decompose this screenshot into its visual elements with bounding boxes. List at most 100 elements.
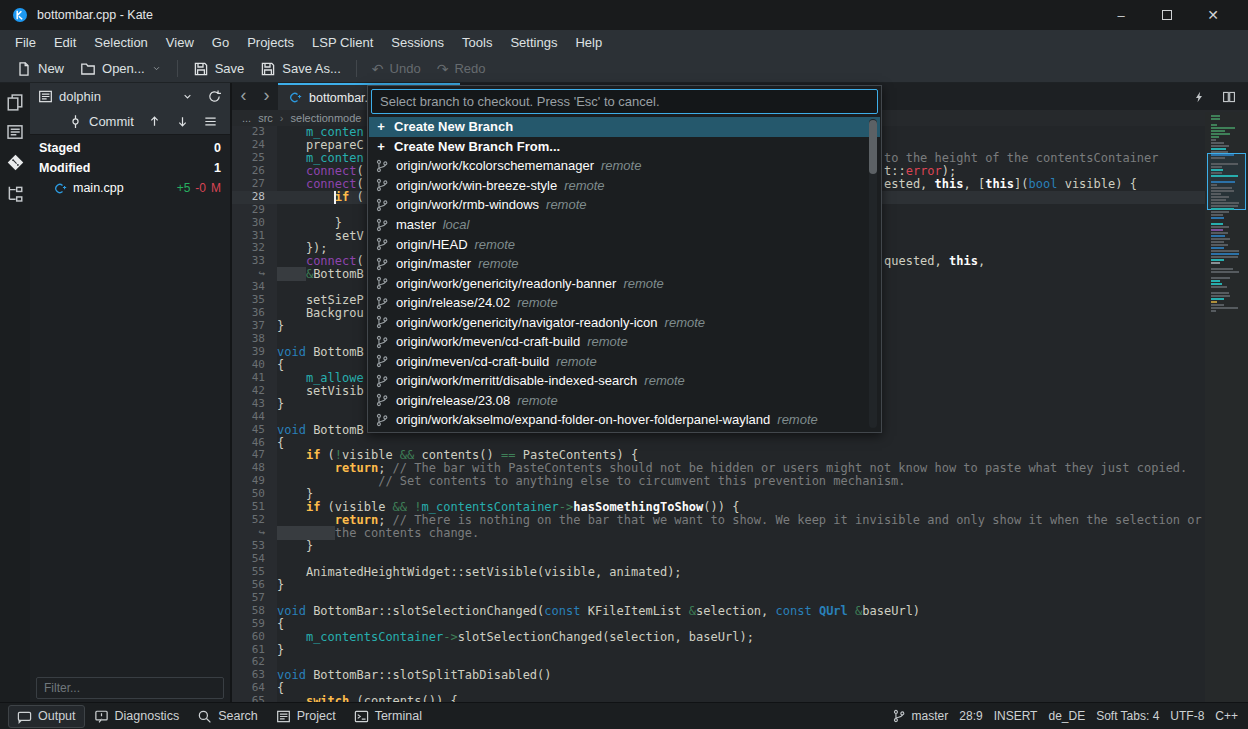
branch-item[interactable]: origin/work/rmb-windowsremote [369, 195, 880, 215]
undo-button[interactable]: ↶Undo [364, 58, 429, 79]
menu-help[interactable]: Help [566, 32, 611, 53]
branch-item[interactable]: origin/work/ [369, 430, 880, 431]
menu-projects[interactable]: Projects [238, 32, 303, 53]
status-tab-mode[interactable]: Soft Tabs: 4 [1096, 709, 1159, 723]
menu-lsp-client[interactable]: LSP Client [303, 32, 382, 53]
branch-item[interactable]: origin/meven/cd-craft-buildremote [369, 352, 880, 372]
menu-settings[interactable]: Settings [501, 32, 566, 53]
tab-forward-button[interactable]: › [255, 83, 278, 110]
menu-file[interactable]: File [6, 32, 45, 53]
minimap-line-mark [1211, 271, 1239, 273]
status-branch[interactable]: master [892, 709, 949, 723]
status-dictionary[interactable]: de_DE [1048, 709, 1085, 723]
minimap-line-mark [1211, 295, 1230, 297]
branch-item[interactable]: origin/work/merritt/disable-indexed-sear… [369, 371, 880, 391]
push-icon[interactable] [147, 114, 162, 129]
branch-scope-label: remote [665, 315, 705, 330]
toolview-project-button[interactable]: Project [267, 705, 345, 728]
branch-item[interactable]: origin/work/genericity/navigator-readonl… [369, 312, 880, 332]
save-as--button[interactable]: Save As... [252, 58, 349, 80]
toolview-terminal-button[interactable]: Terminal [345, 705, 431, 728]
git-section-modified[interactable]: Modified1 [30, 158, 230, 178]
open-folder-icon [80, 61, 96, 77]
breadcrumb-item[interactable]: ... [242, 112, 251, 124]
branch-item[interactable]: origin/release/24.02remote [369, 293, 880, 313]
new-document-icon [16, 61, 32, 77]
toolview-search-button[interactable]: Search [188, 705, 267, 728]
minimap-scrollbar[interactable] [1205, 112, 1248, 702]
tab-back-button[interactable]: ‹ [232, 83, 255, 110]
branch-item[interactable]: origin/work/meven/cd-craft-buildremote [369, 332, 880, 352]
status-encoding[interactable]: UTF-8 [1170, 709, 1204, 723]
line-number: 40 [232, 359, 265, 372]
line-number: 53 [232, 540, 265, 553]
branch-item[interactable]: origin/masterremote [369, 254, 880, 274]
git-branch-icon [375, 354, 389, 368]
menu-view[interactable]: View [157, 32, 203, 53]
commit-button[interactable]: Commit [89, 114, 134, 129]
line-number: 26 [232, 165, 265, 178]
symbols-list-icon[interactable] [6, 123, 24, 141]
toolview-diagnostics-button[interactable]: Diagnostics [85, 705, 189, 728]
menu-selection[interactable]: Selection [85, 32, 156, 53]
minimize-button[interactable]: – [1098, 8, 1144, 23]
menu-sessions[interactable]: Sessions [382, 32, 453, 53]
close-button[interactable]: ✕ [1190, 7, 1236, 23]
menu-edit[interactable]: Edit [45, 32, 85, 53]
branch-item[interactable]: +Create New Branch [369, 117, 880, 137]
minimap-line-mark [1211, 118, 1220, 120]
save-button[interactable]: Save [185, 58, 253, 80]
minimap-line-mark [1211, 190, 1234, 192]
minimap-line-mark [1211, 214, 1223, 216]
popup-scrollbar[interactable] [869, 119, 877, 428]
new-button[interactable]: New [8, 58, 72, 80]
minimap-line-mark [1211, 211, 1229, 213]
status-bar: master 28:9 INSERT de_DE Soft Tabs: 4 UTF-8 C+… [892, 709, 1240, 723]
quick-open-icon[interactable] [1193, 90, 1205, 104]
project-selector-row: dolphin [30, 83, 230, 109]
menu-go[interactable]: Go [203, 32, 238, 53]
git-section-staged[interactable]: Staged0 [30, 138, 230, 158]
branch-item[interactable]: origin/work/genericity/readonly-bannerre… [369, 273, 880, 293]
chevron-down-icon[interactable] [181, 90, 194, 103]
menu-tools[interactable]: Tools [453, 32, 501, 53]
titlebar: bottombar.cpp - Kate – ✕ [0, 0, 1248, 30]
search-icon [197, 709, 212, 724]
status-language[interactable]: C++ [1215, 709, 1238, 723]
branch-item[interactable]: origin/work/akselmo/expand-folder-on-hov… [369, 410, 880, 430]
commit-icon [68, 114, 83, 129]
split-view-icon[interactable] [1222, 90, 1236, 104]
toolview-output-button[interactable]: Output [8, 705, 85, 728]
branch-item[interactable]: origin/release/23.08remote [369, 391, 880, 411]
branch-scope-label: remote [601, 158, 641, 173]
project-name[interactable]: dolphin [59, 89, 101, 104]
git-menu-icon[interactable] [203, 114, 218, 129]
open--button[interactable]: Open... [72, 58, 170, 80]
status-input-mode[interactable]: INSERT [994, 709, 1038, 723]
documents-icon[interactable] [6, 93, 24, 111]
breadcrumb-item[interactable]: selectionmode [291, 112, 362, 124]
minimap-line-mark [1211, 292, 1229, 294]
branch-search-input[interactable]: Select branch to checkout. Press 'Esc' t… [371, 89, 878, 114]
git-icon[interactable] [6, 153, 25, 172]
branch-item[interactable]: origin/HEADremote [369, 234, 880, 254]
branch-item[interactable]: origin/work/win-breeze-styleremote [369, 176, 880, 196]
breadcrumb-item[interactable]: src [258, 112, 273, 124]
minimap-line-mark [1211, 196, 1229, 198]
project-tree-icon[interactable] [6, 184, 24, 202]
minimap-line-mark [1211, 259, 1224, 261]
redo-button[interactable]: ↷Redo [429, 58, 494, 79]
line-number: 29 [232, 204, 265, 217]
minimap-line-mark [1211, 298, 1224, 300]
minimap-line-mark [1211, 199, 1226, 201]
branch-item[interactable]: masterlocal [369, 215, 880, 235]
git-filter-input[interactable]: Filter... [36, 677, 224, 699]
branch-item[interactable]: +Create New Branch From... [369, 137, 880, 157]
minimap-line-mark [1211, 145, 1229, 147]
branch-item[interactable]: origin/work/kcolorschememanagerremote [369, 156, 880, 176]
status-cursor-position[interactable]: 28:9 [959, 709, 982, 723]
maximize-button[interactable] [1144, 8, 1190, 23]
refresh-icon[interactable] [207, 89, 222, 104]
pull-icon[interactable] [175, 114, 190, 129]
git-file-main.cpp[interactable]: main.cpp+5-0M [30, 178, 230, 198]
